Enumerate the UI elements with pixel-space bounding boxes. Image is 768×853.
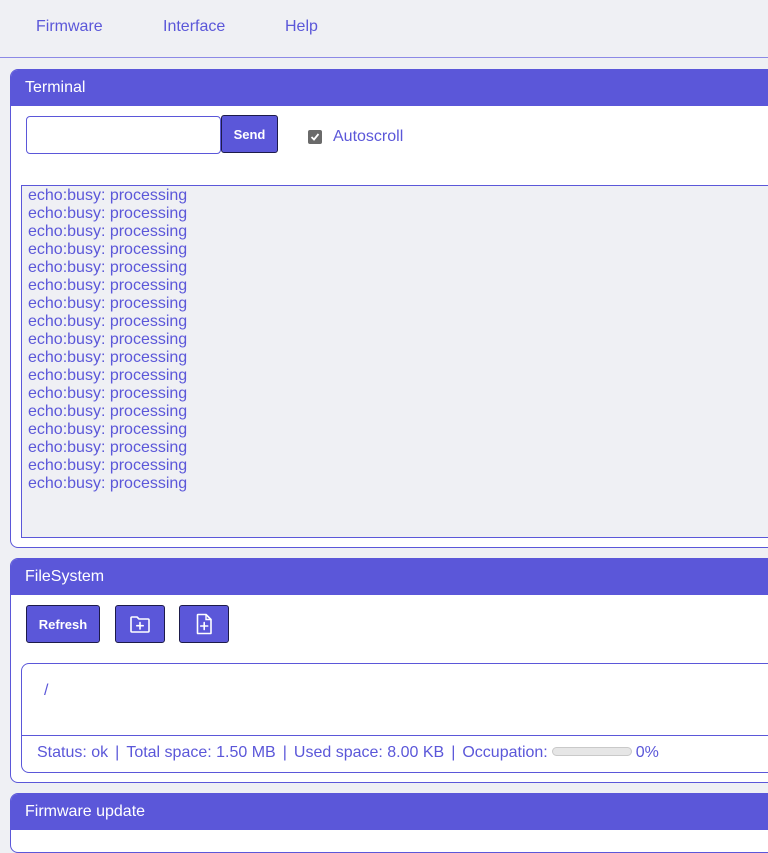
terminal-header: Terminal xyxy=(11,70,768,106)
nav-help[interactable]: Help xyxy=(285,18,318,36)
filesystem-panel: FileSystem Refresh / Status: ok | Total sp… xyxy=(10,558,768,783)
send-button[interactable]: Send xyxy=(221,115,278,153)
terminal-line: echo:busy: processing xyxy=(28,313,188,330)
terminal-panel: Terminal Send Autoscroll echo:busy: proc… xyxy=(10,69,768,548)
nav-interface[interactable]: Interface xyxy=(163,18,225,36)
terminal-line: echo:busy: processing xyxy=(28,223,188,240)
used-space-text: Used space: 8.00 KB xyxy=(293,744,445,761)
check-icon xyxy=(310,133,320,141)
command-input[interactable] xyxy=(26,116,221,154)
terminal-line: echo:busy: processing xyxy=(28,385,188,402)
separator: | xyxy=(451,744,456,761)
occupation-progress-bar xyxy=(551,747,632,757)
current-path[interactable]: / xyxy=(44,682,48,700)
terminal-line: echo:busy: processing xyxy=(28,187,188,204)
terminal-line: echo:busy: processing xyxy=(28,439,188,456)
file-list: / Status: ok | Total space: 1.50 MB | Used s… xyxy=(21,663,768,773)
nav-firmware[interactable]: Firmware xyxy=(36,18,103,36)
firmware-update-header[interactable]: Firmware update xyxy=(11,794,768,830)
file-plus-icon xyxy=(196,613,212,635)
total-space-text: Total space: 1.50 MB xyxy=(126,744,276,761)
new-file-button[interactable] xyxy=(179,605,229,643)
terminal-output[interactable]: echo:busy: processing echo:busy: processi… xyxy=(21,185,768,538)
terminal-line: echo:busy: processing xyxy=(28,259,188,276)
terminal-line: echo:busy: processing xyxy=(28,205,188,222)
refresh-button[interactable]: Refresh xyxy=(26,605,100,643)
terminal-line: echo:busy: processing xyxy=(28,367,188,384)
separator: | xyxy=(115,744,120,761)
terminal-line: echo:busy: processing xyxy=(28,277,188,294)
terminal-line: echo:busy: processing xyxy=(28,349,188,366)
terminal-line: echo:busy: processing xyxy=(28,457,188,474)
folder-plus-icon xyxy=(130,616,150,633)
terminal-line: echo:busy: processing xyxy=(28,421,188,438)
status-text: Status: ok xyxy=(37,744,109,761)
new-folder-button[interactable] xyxy=(115,605,165,643)
autoscroll-label[interactable]: Autoscroll xyxy=(333,128,403,146)
terminal-line: echo:busy: processing xyxy=(28,241,188,258)
autoscroll-checkbox[interactable] xyxy=(308,130,322,144)
filesystem-status-bar: Status: ok | Total space: 1.50 MB | Used spa… xyxy=(22,735,768,773)
terminal-line: echo:busy: processing xyxy=(28,295,188,312)
filesystem-header: FileSystem xyxy=(11,559,768,595)
firmware-update-panel: Firmware update xyxy=(10,793,768,853)
terminal-line: echo:busy: processing xyxy=(28,403,188,420)
occupation-percent: 0% xyxy=(635,744,659,761)
top-nav: Firmware Interface Help xyxy=(0,0,768,58)
separator: | xyxy=(282,744,287,761)
terminal-line: echo:busy: processing xyxy=(28,475,188,492)
terminal-line: echo:busy: processing xyxy=(28,331,188,348)
occupation-label: Occupation: xyxy=(462,744,548,761)
